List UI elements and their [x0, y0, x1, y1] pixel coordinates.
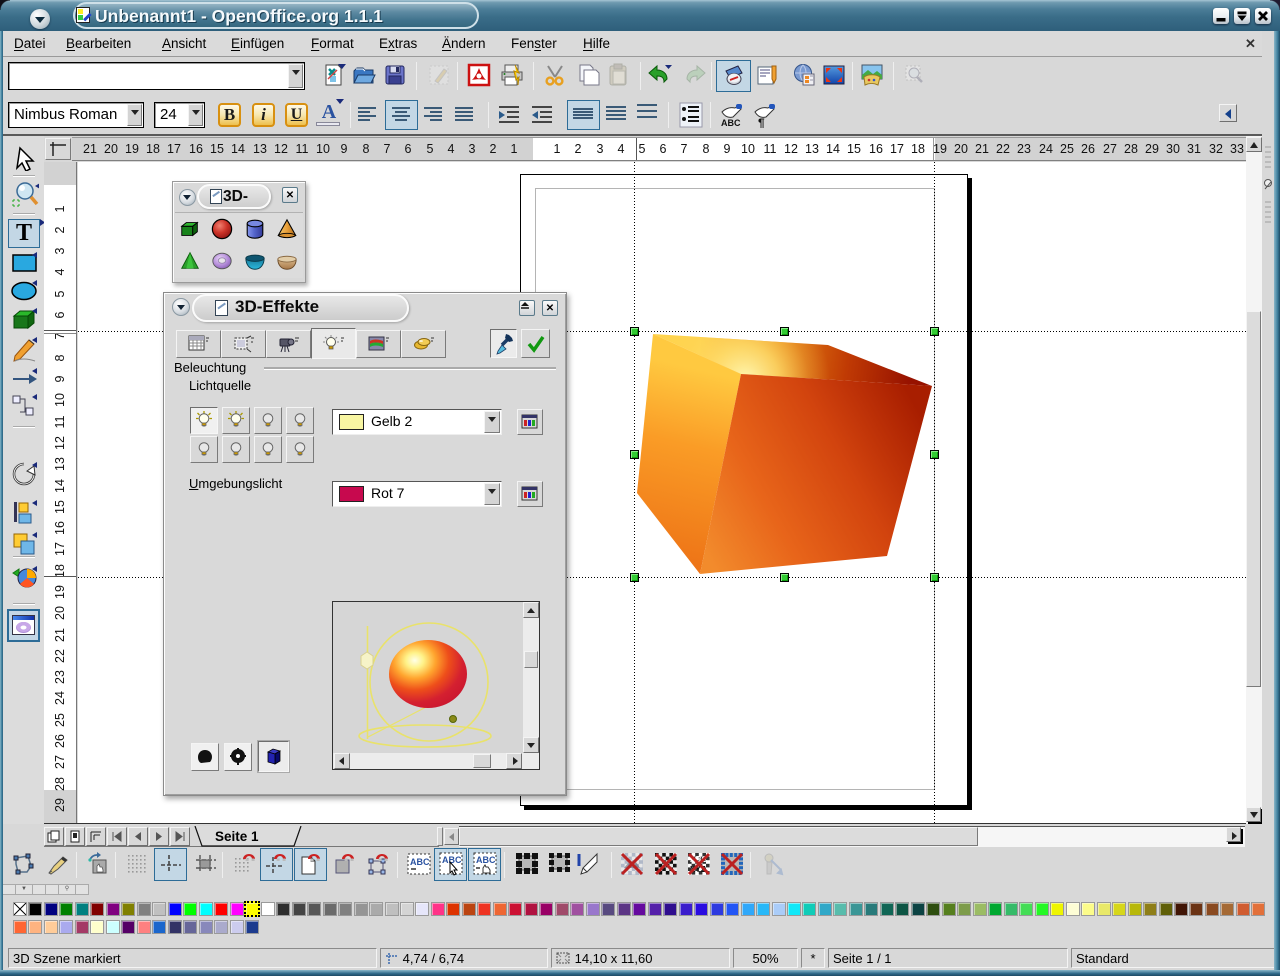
svg-text:Seite 1: Seite 1: [215, 829, 259, 844]
svg-text:¶: ¶: [758, 116, 765, 128]
svg-text:ABC: ABC: [410, 857, 430, 867]
svg-text:ABC: ABC: [721, 118, 741, 128]
svg-text:ABC: ABC: [442, 855, 462, 865]
svg-text:ABC: ABC: [476, 855, 496, 865]
